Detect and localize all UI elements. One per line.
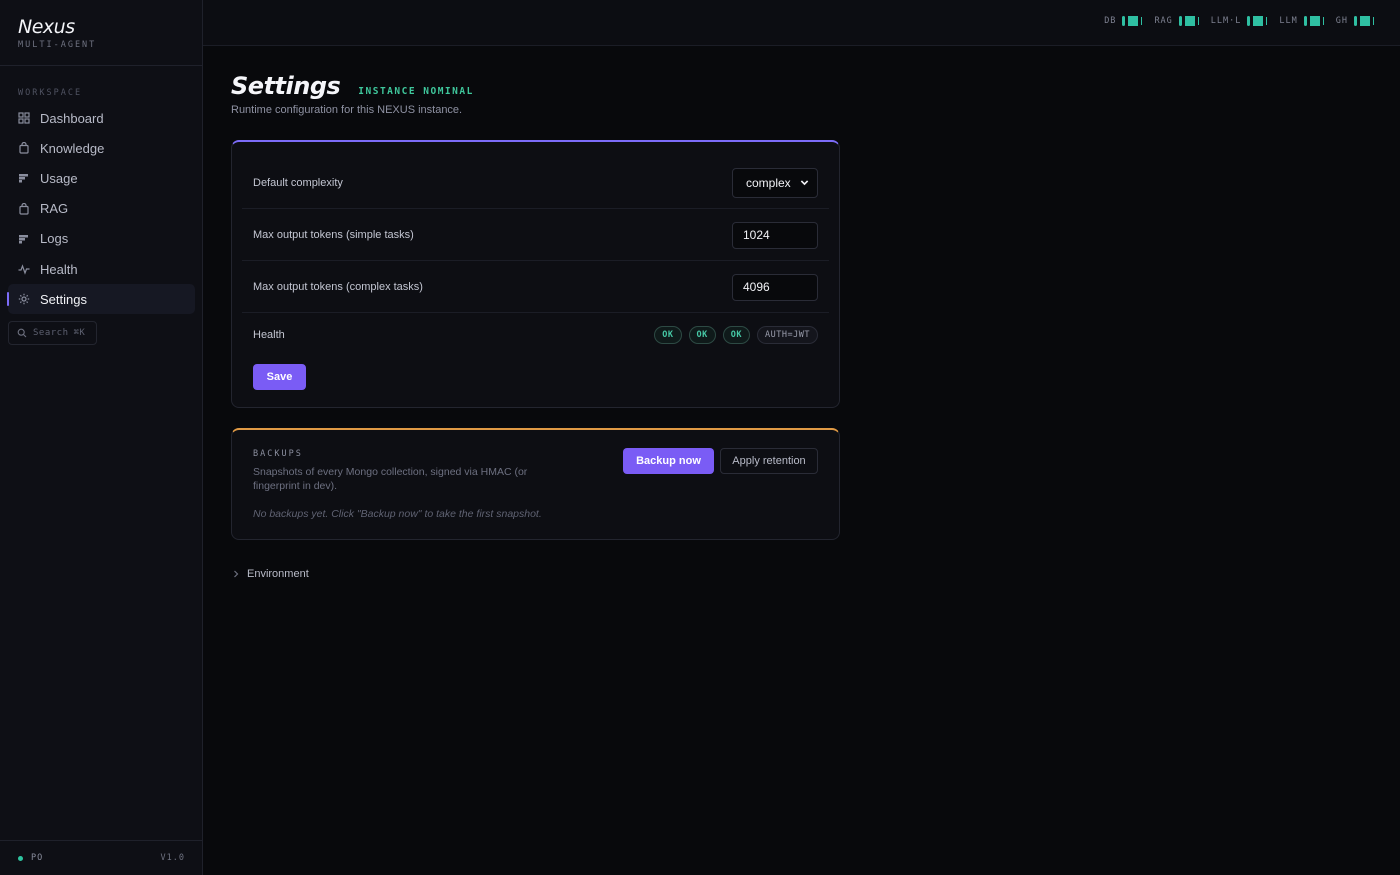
page-header: Settings INSTANCE NOMINAL bbox=[231, 72, 474, 100]
service-status-llm-local: LLM·L bbox=[1211, 16, 1268, 26]
health-pill-ok: OK bbox=[688, 326, 716, 344]
backups-card: BACKUPS Snapshots of every Mongo collect… bbox=[231, 428, 840, 540]
max-tokens-complex-row: Max output tokens (complex tasks) bbox=[242, 262, 829, 313]
service-name: GH bbox=[1335, 16, 1348, 26]
service-name: RAG bbox=[1154, 16, 1173, 26]
sidebar-item-logs[interactable]: Logs bbox=[8, 224, 195, 254]
page-title: Settings bbox=[231, 72, 341, 100]
service-status-gh: GH bbox=[1336, 16, 1374, 26]
max-tokens-complex-input[interactable] bbox=[732, 273, 818, 301]
sidebar-item-label: Knowledge bbox=[40, 140, 105, 156]
page-subtitle: Runtime configuration for this NEXUS ins… bbox=[231, 104, 463, 116]
health-pills: OK OK OK AUTH=JWT bbox=[654, 326, 818, 344]
sidebar-item-label: Logs bbox=[40, 231, 69, 247]
chevron-down-icon bbox=[800, 176, 809, 190]
sidebar-item-label: RAG bbox=[40, 201, 69, 217]
save-button[interactable]: Save bbox=[253, 364, 306, 390]
max-tokens-simple-label: Max output tokens (simple tasks) bbox=[253, 229, 414, 241]
environment-label: Environment bbox=[247, 568, 309, 580]
brand-subtitle: MULTI-AGENT bbox=[18, 40, 97, 50]
sidebar-footer: PO V1.0 bbox=[0, 840, 203, 875]
search-icon bbox=[17, 328, 27, 338]
backups-empty-message: No backups yet. Click "Backup now" to ta… bbox=[253, 508, 542, 520]
backups-description: Snapshots of every Mongo collection, sig… bbox=[253, 466, 528, 492]
search-button[interactable]: Search ⌘K bbox=[8, 321, 97, 345]
apply-retention-button[interactable]: Apply retention bbox=[720, 448, 818, 474]
sidebar-item-settings[interactable]: Settings bbox=[7, 284, 195, 315]
search-label: Search bbox=[33, 328, 69, 338]
service-name: DB bbox=[1104, 16, 1117, 26]
max-tokens-simple-row: Max output tokens (simple tasks) bbox=[242, 210, 829, 261]
environment-indicator: PO bbox=[18, 853, 43, 863]
status-dot bbox=[18, 855, 23, 861]
search-shortcut: ⌘K bbox=[73, 328, 86, 338]
sidebar-item-health[interactable]: Health bbox=[8, 254, 195, 284]
selected-value: complex bbox=[746, 176, 791, 190]
status-badge: INSTANCE NOMINAL bbox=[358, 86, 474, 97]
bag-icon bbox=[18, 142, 30, 154]
topbar: DB RAG LLM·L LLM GH bbox=[203, 0, 1400, 46]
gear-icon bbox=[18, 293, 30, 305]
chevron-right-icon bbox=[231, 569, 241, 579]
sidebar-nav: Dashboard Knowledge Usage RAG Logs Healt… bbox=[7, 103, 195, 315]
brand-title: Nexus bbox=[18, 16, 75, 38]
bars-icon bbox=[18, 233, 30, 245]
health-pill-ok: OK bbox=[722, 326, 751, 344]
status-bars-icon bbox=[1354, 16, 1374, 26]
max-tokens-simple-input[interactable] bbox=[732, 221, 818, 249]
bars-icon bbox=[18, 172, 30, 184]
service-name: LLM bbox=[1279, 16, 1298, 26]
sidebar-item-label: Health bbox=[40, 261, 78, 277]
status-bars-icon bbox=[1247, 16, 1268, 26]
sidebar-item-knowledge[interactable]: Knowledge bbox=[8, 133, 195, 163]
sidebar-item-dashboard[interactable]: Dashboard bbox=[8, 103, 195, 133]
auth-pill: AUTH=JWT bbox=[757, 326, 818, 344]
service-status-row: DB RAG LLM·L LLM GH bbox=[1104, 16, 1374, 26]
environment-name: PO bbox=[31, 853, 44, 863]
workspace-section-label: WORKSPACE bbox=[18, 88, 83, 98]
default-complexity-label: Default complexity bbox=[253, 177, 343, 189]
backup-now-button[interactable]: Backup now bbox=[623, 448, 714, 474]
status-bars-icon bbox=[1178, 16, 1199, 26]
settings-card: Default complexity complex Max output to… bbox=[231, 140, 840, 408]
default-complexity-select[interactable]: complex bbox=[732, 168, 818, 198]
bag-icon bbox=[18, 202, 30, 215]
health-row: Health OK OK OK AUTH=JWT bbox=[242, 314, 829, 356]
sidebar-item-usage[interactable]: Usage bbox=[8, 163, 195, 193]
health-pill-ok: OK bbox=[654, 326, 682, 344]
version-label: V1.0 bbox=[160, 853, 185, 863]
pulse-icon bbox=[18, 263, 30, 275]
brand: Nexus MULTI-AGENT bbox=[0, 0, 202, 66]
grid-icon bbox=[18, 112, 30, 124]
health-label: Health bbox=[253, 329, 285, 341]
service-name: LLM·L bbox=[1210, 16, 1242, 26]
service-status-db: DB bbox=[1104, 16, 1143, 26]
sidebar: Nexus MULTI-AGENT WORKSPACE Dashboard Kn… bbox=[0, 0, 203, 875]
status-bars-icon bbox=[1122, 16, 1143, 26]
sidebar-item-label: Settings bbox=[40, 291, 87, 307]
status-bars-icon bbox=[1303, 16, 1324, 26]
max-tokens-complex-label: Max output tokens (complex tasks) bbox=[253, 281, 423, 293]
sidebar-item-label: Usage bbox=[40, 170, 78, 186]
service-status-llm: LLM bbox=[1279, 16, 1324, 26]
sidebar-item-label: Dashboard bbox=[40, 110, 104, 126]
sidebar-item-rag[interactable]: RAG bbox=[8, 194, 195, 224]
environment-toggle[interactable]: Environment bbox=[231, 568, 309, 580]
backups-label: BACKUPS bbox=[253, 449, 303, 459]
service-status-rag: RAG bbox=[1154, 16, 1199, 26]
default-complexity-row: Default complexity complex bbox=[242, 158, 829, 209]
